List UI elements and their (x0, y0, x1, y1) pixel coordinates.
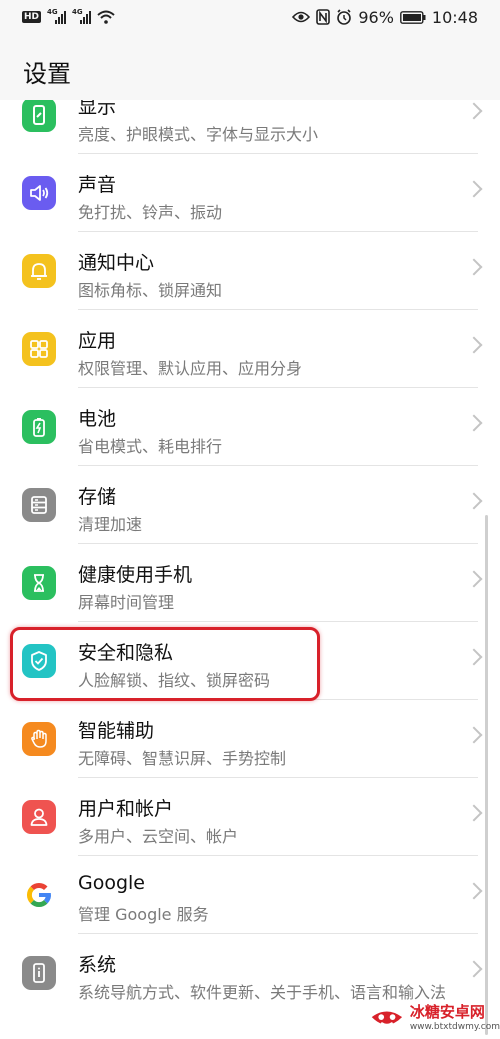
status-left: HD 4G 4G (22, 8, 115, 24)
clock: 10:48 (431, 7, 478, 27)
settings-list-inner: 显示 亮度、护眼模式、字体与显示大小 声音 免打扰、铃声、振动 通知中心 图标角… (0, 100, 500, 1039)
settings-item-users-accounts[interactable]: 用户和帐户 多用户、云空间、帐户 (0, 778, 500, 856)
chevron-right-icon (465, 180, 483, 198)
settings-item-subtitle: 免打扰、铃声、振动 (78, 203, 223, 222)
chevron-right-icon (465, 414, 483, 432)
chevron-right-icon (465, 570, 483, 588)
phone-display-icon (22, 100, 56, 132)
scrollbar[interactable] (485, 515, 488, 1035)
settings-item-label: 用户和帐户 (78, 798, 174, 820)
settings-item-subtitle: 无障碍、智慧识屏、手势控制 (78, 749, 287, 768)
settings-item-security-privacy[interactable]: 安全和隐私 人脸解锁、指纹、锁屏密码 (0, 622, 500, 700)
settings-item-label: Google (78, 872, 146, 894)
settings-item-subtitle: 管理 Google 服务 (78, 905, 209, 924)
settings-item-label: 健康使用手机 (78, 564, 193, 586)
chevron-right-icon (465, 258, 483, 276)
settings-item-sound[interactable]: 声音 免打扰、铃声、振动 (0, 154, 500, 232)
hd-badge: HD (22, 11, 42, 23)
watermark-text: 冰糖安卓网 www.btxtdwmy.com (410, 1005, 500, 1032)
chevron-right-icon (465, 882, 483, 900)
chevron-right-icon (465, 336, 483, 354)
chevron-right-icon (465, 492, 483, 510)
settings-item-subtitle: 屏幕时间管理 (78, 593, 175, 612)
settings-list[interactable]: 显示 亮度、护眼模式、字体与显示大小 声音 免打扰、铃声、振动 通知中心 图标角… (0, 100, 500, 1039)
settings-item-label: 电池 (78, 408, 117, 430)
chevron-right-icon (465, 648, 483, 666)
chevron-right-icon (465, 102, 483, 120)
system-icon (22, 956, 56, 990)
settings-item-display[interactable]: 显示 亮度、护眼模式、字体与显示大小 (0, 100, 500, 154)
status-right: 96% 10:48 (292, 8, 478, 27)
watermark-url: www.btxtdwmy.com (409, 1022, 500, 1032)
google-icon (22, 878, 56, 912)
settings-item-label: 存储 (78, 486, 117, 508)
settings-item-storage[interactable]: 存储 清理加速 (0, 466, 500, 544)
signal-icon: 4G (72, 8, 92, 24)
apps-grid-icon (22, 332, 56, 366)
storage-icon (22, 488, 56, 522)
watermark-title: 冰糖安卓网 (409, 1003, 485, 1021)
speaker-icon (22, 176, 56, 210)
battery-percent: 96% (358, 7, 394, 27)
settings-item-label: 应用 (78, 330, 117, 352)
settings-item-label: 通知中心 (78, 252, 155, 274)
settings-item-subtitle: 清理加速 (78, 515, 143, 534)
chevron-right-icon (465, 804, 483, 822)
shield-icon (22, 644, 56, 678)
hand-icon (22, 722, 56, 756)
settings-item-subtitle: 多用户、云空间、帐户 (78, 827, 239, 846)
wifi-icon (97, 10, 115, 24)
page-title: 设置 (23, 60, 71, 88)
settings-item-google[interactable]: Google 管理 Google 服务 (0, 856, 500, 934)
settings-item-subtitle: 人脸解锁、指纹、锁屏密码 (78, 671, 271, 690)
settings-item-subtitle: 图标角标、锁屏通知 (78, 281, 223, 300)
signal-icon: 4G (47, 8, 67, 24)
settings-item-label: 系统 (78, 954, 117, 976)
chevron-right-icon (465, 960, 483, 978)
user-icon (22, 800, 56, 834)
battery-status-icon (399, 10, 426, 24)
settings-item-label: 显示 (78, 100, 117, 118)
title-bar: 设置 (0, 34, 500, 100)
watermark: 冰糖安卓网 www.btxtdwmy.com (368, 998, 500, 1039)
watermark-logo-icon (371, 1010, 403, 1026)
nfc-icon (316, 9, 331, 25)
battery-icon (22, 410, 56, 444)
hourglass-icon (22, 566, 56, 600)
status-bar: HD 4G 4G 96% 10:48 (0, 0, 500, 34)
alarm-icon (337, 9, 352, 25)
settings-item-subtitle: 权限管理、默认应用、应用分身 (78, 359, 303, 378)
settings-item-notifications[interactable]: 通知中心 图标角标、锁屏通知 (0, 232, 500, 310)
settings-item-label: 安全和隐私 (78, 642, 174, 664)
settings-item-subtitle: 省电模式、耗电排行 (78, 437, 223, 456)
settings-item-smart-assistance[interactable]: 智能辅助 无障碍、智慧识屏、手势控制 (0, 700, 500, 778)
settings-item-digital-balance[interactable]: 健康使用手机 屏幕时间管理 (0, 544, 500, 622)
eye-icon (292, 11, 311, 23)
chevron-right-icon (465, 726, 483, 744)
bell-icon (22, 254, 56, 288)
settings-item-label: 声音 (78, 174, 117, 196)
settings-item-label: 智能辅助 (78, 720, 155, 742)
settings-item-subtitle: 亮度、护眼模式、字体与显示大小 (78, 125, 319, 144)
settings-item-apps[interactable]: 应用 权限管理、默认应用、应用分身 (0, 310, 500, 388)
settings-item-battery[interactable]: 电池 省电模式、耗电排行 (0, 388, 500, 466)
